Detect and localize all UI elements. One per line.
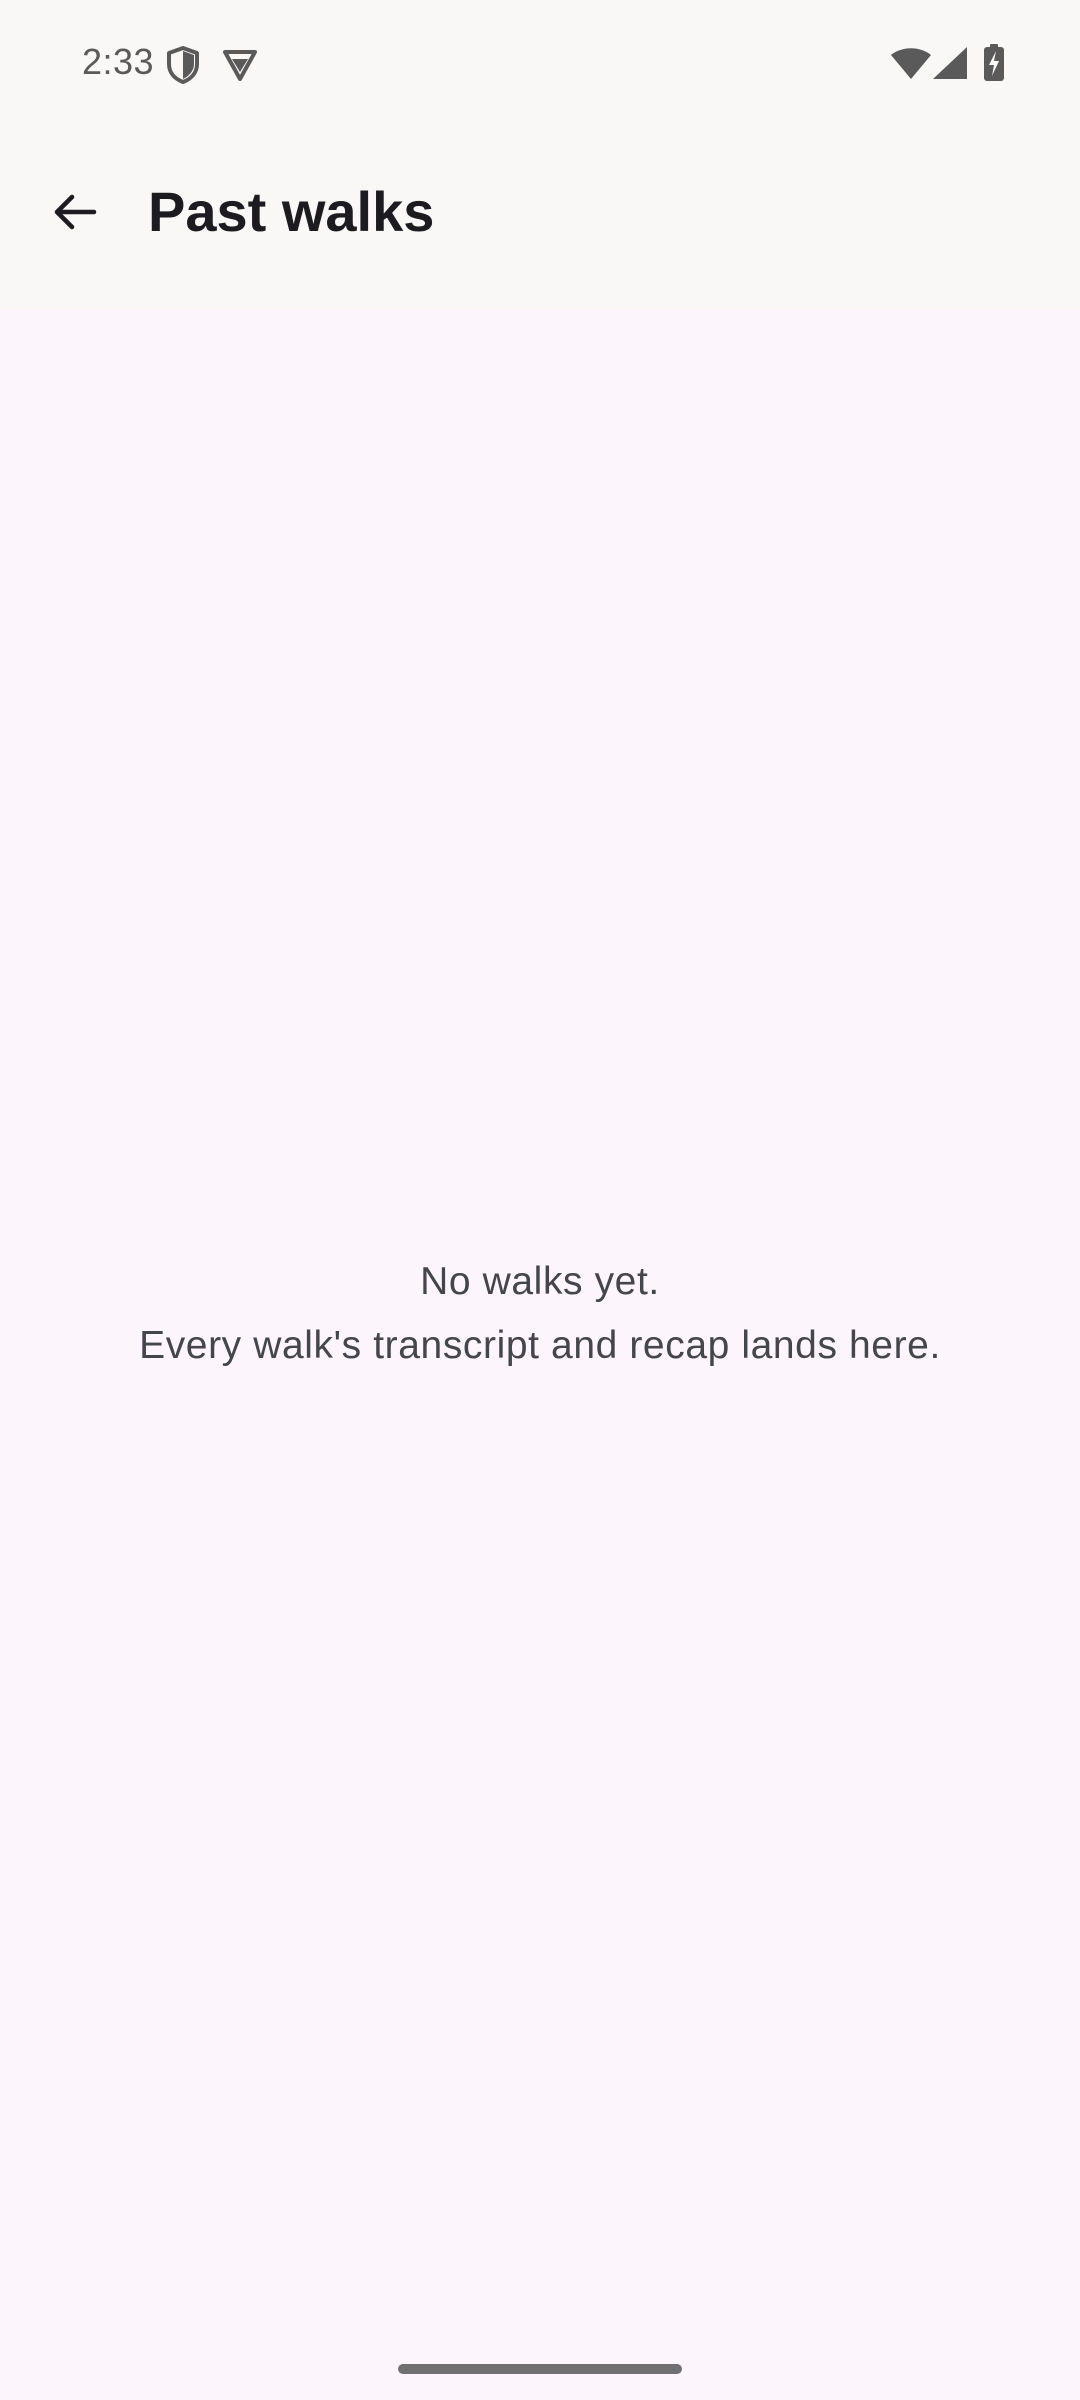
vpn-shield-icon [166, 46, 200, 84]
app-bar: Past walks [0, 140, 1080, 284]
app-notification-icon [222, 48, 258, 82]
wifi-icon [890, 46, 932, 80]
status-time: 2:33 [82, 41, 155, 82]
battery-charging-icon [983, 44, 1005, 82]
cellular-signal-icon [932, 46, 968, 80]
walks-list-area: No walks yet. Every walk's transcript an… [0, 310, 1080, 2400]
empty-state-heading: No walks yet. [420, 1260, 660, 1303]
page-title: Past walks [148, 180, 435, 243]
empty-state-message: No walks yet. Every walk's transcript an… [0, 1250, 1080, 1378]
gesture-navigation-handle[interactable] [398, 2364, 682, 2374]
empty-state-description: Every walk's transcript and recap lands … [139, 1324, 941, 1367]
arrow-back-icon [50, 188, 98, 236]
status-bar: 2:33 [0, 0, 1080, 130]
top-app-area: 2:33 Past walks [0, 0, 1080, 310]
back-button[interactable] [30, 168, 118, 256]
